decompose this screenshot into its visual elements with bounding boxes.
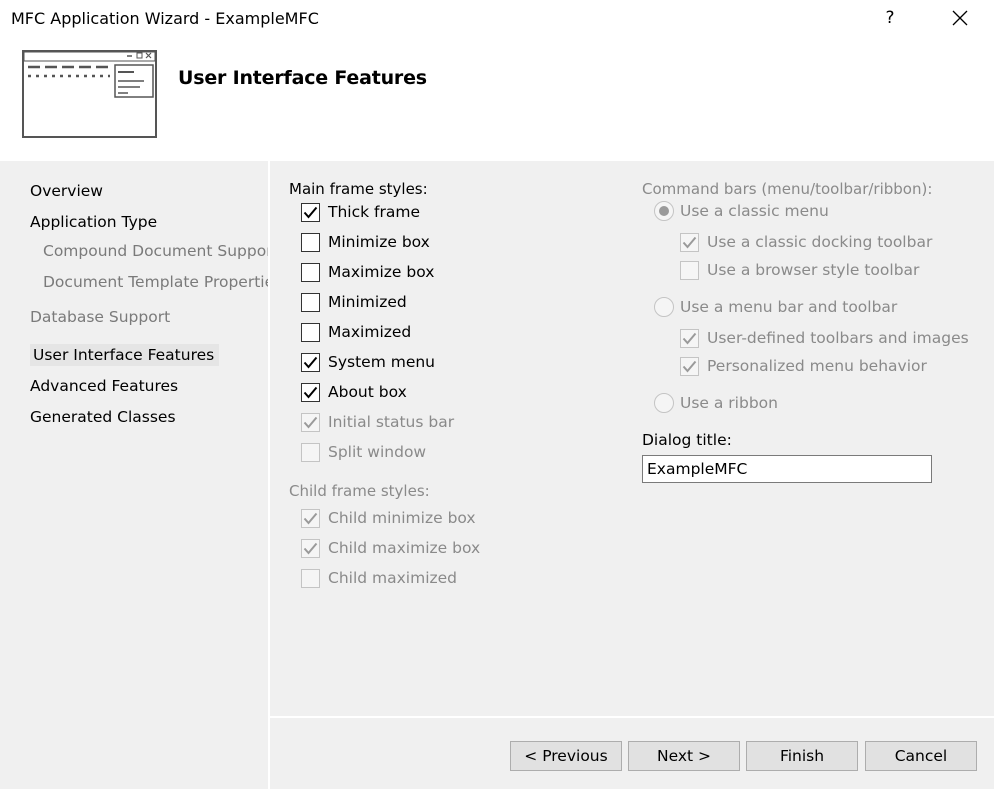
radio-label: Use a menu bar and toolbar [680,298,898,316]
checkmark-icon [303,206,318,219]
checkbox-label: About box [328,383,407,401]
checkbox-minimized[interactable]: Minimized [301,292,407,312]
radio-dot [659,206,669,216]
wizard-nav: Overview Application Type Compound Docum… [0,161,282,789]
checkbox-user-defined-toolbars[interactable]: User-defined toolbars and images [680,328,969,348]
checkbox-box[interactable] [301,568,320,588]
checkbox-label: Child minimize box [328,509,476,527]
dialog-title-label: Dialog title: [642,431,732,449]
checkbox-maximize-box[interactable]: Maximize box [301,262,434,282]
radio-classic-menu[interactable]: Use a classic menu [654,201,829,221]
checkbox-box[interactable] [680,232,699,252]
nav-item-advanced-features[interactable]: Advanced Features [30,377,178,395]
checkmark-icon [303,512,318,525]
checkbox-box[interactable] [301,412,320,432]
checkbox-label: Maximized [328,323,412,341]
checkmark-icon [303,386,318,399]
nav-item-overview[interactable]: Overview [30,182,103,200]
checkbox-box[interactable] [301,202,320,222]
checkmark-icon [682,236,697,249]
checkbox-label: Child maximized [328,569,458,587]
checkbox-child-maximized[interactable]: Child maximized [301,568,457,588]
nav-item-compound-document-support[interactable]: Compound Document Support [43,242,279,260]
checkmark-icon [682,332,697,345]
checkbox-box[interactable] [301,538,320,558]
finish-button[interactable]: Finish [746,741,858,771]
radio-circle[interactable] [654,393,674,413]
nav-item-document-template-properties[interactable]: Document Template Properties [43,273,282,291]
checkmark-icon [682,360,697,373]
close-icon [952,10,968,26]
wizard-header: User Interface Features [0,38,994,161]
nav-item-application-type[interactable]: Application Type [30,213,157,231]
checkbox-label: Use a classic docking toolbar [707,233,933,251]
window-illustration-icon [22,50,157,138]
checkmark-icon [303,356,318,369]
checkbox-box[interactable] [301,382,320,402]
radio-ribbon[interactable]: Use a ribbon [654,393,778,413]
previous-button[interactable]: < Previous [510,741,622,771]
checkbox-label: Personalized menu behavior [707,357,927,375]
help-button[interactable]: ? [878,4,902,32]
checkbox-box[interactable] [680,356,699,376]
radio-label: Use a ribbon [680,394,778,412]
checkbox-label: Maximize box [328,263,435,281]
checkbox-browser-style-toolbar[interactable]: Use a browser style toolbar [680,260,919,280]
radio-menu-bar-toolbar[interactable]: Use a menu bar and toolbar [654,297,897,317]
radio-circle[interactable] [654,297,674,317]
checkbox-label: Initial status bar [328,413,455,431]
checkbox-box[interactable] [301,442,320,462]
checkbox-personalized-menu[interactable]: Personalized menu behavior [680,356,927,376]
button-bar: < Previous Next > Finish Cancel [270,718,994,789]
cancel-button[interactable]: Cancel [865,741,977,771]
checkbox-initial-status-bar[interactable]: Initial status bar [301,412,454,432]
title-bar: MFC Application Wizard - ExampleMFC ? [0,0,994,38]
main-frame-styles-label: Main frame styles: [289,180,428,198]
checkbox-box[interactable] [301,292,320,312]
child-frame-styles-label: Child frame styles: [289,482,430,500]
checkbox-box[interactable] [680,260,699,280]
checkbox-label: Thick frame [328,203,420,221]
page-heading: User Interface Features [178,67,427,89]
radio-circle[interactable] [654,201,674,221]
command-bars-label: Command bars (menu/toolbar/ribbon): [642,180,933,198]
nav-item-database-support[interactable]: Database Support [30,308,170,326]
checkbox-box[interactable] [680,328,699,348]
checkbox-box[interactable] [301,262,320,282]
checkbox-label: Use a browser style toolbar [707,261,920,279]
checkbox-thick-frame[interactable]: Thick frame [301,202,420,222]
checkmark-icon [303,416,318,429]
checkbox-label: Minimized [328,293,407,311]
checkbox-about-box[interactable]: About box [301,382,407,402]
checkbox-label: Child maximize box [328,539,481,557]
checkbox-split-window[interactable]: Split window [301,442,426,462]
checkbox-child-minimize-box[interactable]: Child minimize box [301,508,476,528]
close-button[interactable] [942,3,978,33]
checkbox-box[interactable] [301,232,320,252]
checkbox-system-menu[interactable]: System menu [301,352,435,372]
checkbox-box[interactable] [301,352,320,372]
checkbox-box[interactable] [301,508,320,528]
checkmark-icon [303,542,318,555]
next-button[interactable]: Next > [628,741,740,771]
nav-item-generated-classes[interactable]: Generated Classes [30,408,176,426]
options-panel: Main frame styles: Thick frame Minimize … [270,161,994,717]
checkbox-minimize-box[interactable]: Minimize box [301,232,430,252]
radio-label: Use a classic menu [680,202,829,220]
checkbox-label: Split window [328,443,427,461]
checkbox-label: System menu [328,353,436,371]
window-title: MFC Application Wizard - ExampleMFC [11,9,319,28]
nav-item-user-interface-features[interactable]: User Interface Features [30,344,220,366]
checkbox-label: User-defined toolbars and images [707,329,969,347]
checkbox-child-maximize-box[interactable]: Child maximize box [301,538,480,558]
dialog-title-input[interactable] [642,455,932,483]
checkbox-box[interactable] [301,322,320,342]
checkbox-classic-docking-toolbar[interactable]: Use a classic docking toolbar [680,232,932,252]
checkbox-label: Minimize box [328,233,430,251]
checkbox-maximized[interactable]: Maximized [301,322,411,342]
